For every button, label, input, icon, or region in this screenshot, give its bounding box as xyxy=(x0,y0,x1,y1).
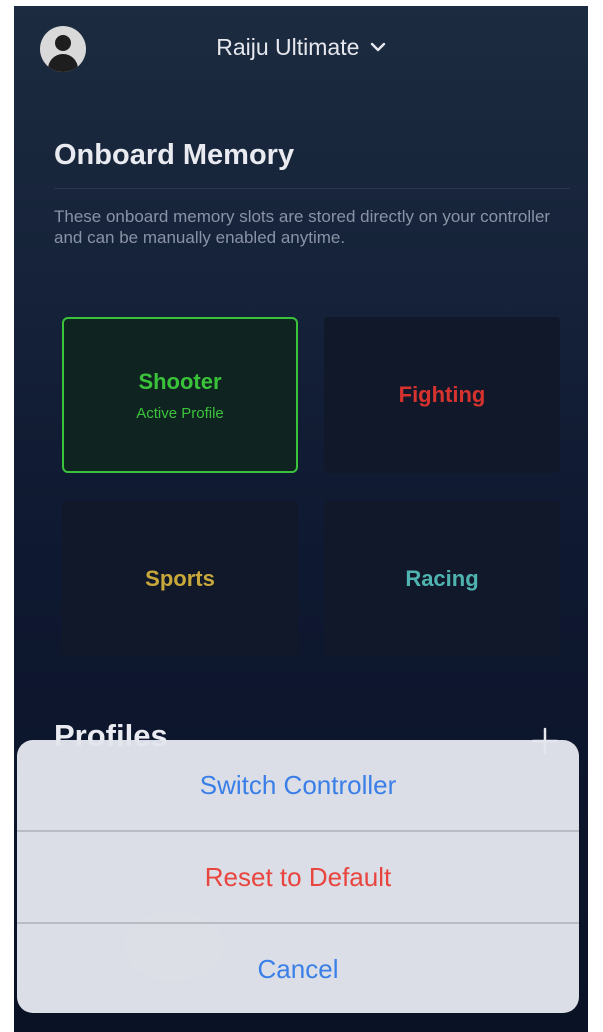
slot-fighting[interactable]: Fighting xyxy=(324,317,560,473)
switch-controller-label: Switch Controller xyxy=(199,769,397,800)
active-profile-label: Active Profile xyxy=(136,404,224,422)
onboard-memory-description: These onboard memory slots are stored di… xyxy=(54,207,551,247)
slot-racing[interactable]: Racing xyxy=(324,501,560,657)
reset-default-label: Reset to Default xyxy=(204,861,392,892)
action-sheet: Switch Controller Reset to Default Cance… xyxy=(17,740,579,1013)
cancel-button[interactable]: Cancel xyxy=(17,924,579,1013)
switch-controller-button[interactable]: Switch Controller xyxy=(17,740,579,830)
slot-shooter[interactable]: Shooter Active Profile xyxy=(62,317,298,473)
slot-name: Racing xyxy=(405,566,479,591)
slot-name: Shooter xyxy=(138,368,222,394)
cancel-label: Cancel xyxy=(257,953,339,984)
section-divider xyxy=(54,188,570,189)
slot-name: Fighting xyxy=(398,382,486,407)
chevron-down-icon xyxy=(370,42,385,52)
reset-default-button[interactable]: Reset to Default xyxy=(17,832,579,922)
slot-name: Sports xyxy=(145,566,215,591)
onboard-memory-title: Onboard Memory xyxy=(54,139,295,171)
device-selector[interactable]: Raiju Ultimate xyxy=(14,34,588,61)
device-name: Raiju Ultimate xyxy=(216,34,360,60)
slot-sports[interactable]: Sports xyxy=(62,501,298,657)
